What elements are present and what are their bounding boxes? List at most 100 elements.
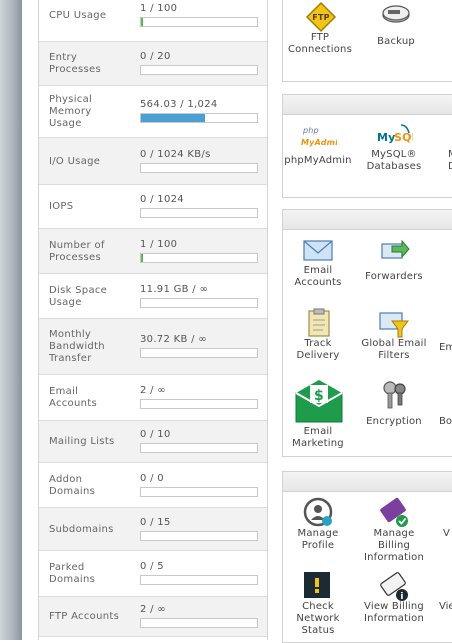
databases-group: php MyAdmin phpMyAdmin My SQL MySQL® Dat… [282,94,452,198]
stat-label: Monthly Bandwidth Transfer [49,329,105,364]
databases-group-header [283,95,452,115]
stat-label: I/O Usage [49,156,101,167]
stat-value: 0 / 15 [140,517,171,528]
stat-row: Number of Processes 1 / 100 [39,229,267,274]
view-billing-icon: i [380,572,408,602]
email-filter-icon [379,312,409,338]
mysql-databases-app[interactable]: My SQL MySQL® Databases [359,117,429,195]
partial-label-vie: Vie [439,601,452,612]
stat-label: IOPS [49,201,74,212]
forwarders-label: Forwarders [365,271,423,282]
usage-bar [140,298,258,308]
usage-bar [140,163,258,173]
stat-row: Mailing Lists 0 / 10 [39,421,267,463]
stat-label: Email Accounts [49,386,97,409]
email-marketing-app[interactable]: $ Email Marketing [283,375,353,453]
stat-label: Mailing Lists [49,436,115,447]
manage-profile-label: Manage Profile [297,528,339,551]
email-marketing-icon: $ [295,380,343,423]
svg-text:SQL: SQL [394,131,413,144]
encryption-label: Encryption [366,416,422,427]
svg-text:My: My [377,131,396,144]
manage-billing-app[interactable]: Manage Billing Information [359,494,429,564]
stat-row: IOPS 0 / 1024 [39,185,267,229]
usage-bar-fill [141,114,205,122]
partial-label-m: M [448,149,452,161]
stat-value: 0 / 20 [140,51,171,62]
credit-card-icon [380,497,408,527]
profile-icon [303,497,333,527]
usage-bar [140,399,258,409]
manage-billing-label: Manage Billing Information [363,528,425,563]
ftp-connections-app[interactable]: FTP FTP Connections [285,0,355,79]
email-accounts-label: Email Accounts [294,265,342,288]
stat-row: Entry Processes 0 / 20 [39,42,267,86]
track-delivery-label: Track Delivery [296,338,340,361]
stat-row: Email Accounts 2 / ∞ [39,375,267,421]
ftp-icon: FTP [305,1,337,33]
manage-profile-app[interactable]: Manage Profile [283,494,353,564]
phpmyadmin-logo-myadmin: MyAdmin [301,138,337,147]
stat-row: Addon Domains 0 / 0 [39,463,267,508]
usage-bar [140,253,258,263]
partial-label-d: D [448,161,452,172]
phpmyadmin-logo-php: php [302,126,319,135]
stat-value: 11.91 GB / ∞ [140,284,209,295]
files-group: FTP FTP Connections Backup [282,0,452,82]
statistics-panel: CPU Usage 1 / 100 Entry Processes 0 / 20 Phy… [38,0,268,640]
backup-disk-icon [382,5,410,23]
svg-text:FTP: FTP [312,13,329,22]
billing-group-header [283,472,452,492]
stat-row: Physical Memory Usage 564.03 / 1,024 [39,86,267,138]
stat-value: 0 / 0 [140,473,164,484]
apps-panel: FTP FTP Connections Backup php MyAdmin p… [282,0,452,643]
stat-label: Subdomains [49,524,114,535]
email-group: Email Accounts Forwarders Track Delivery [282,209,452,457]
stat-row: Monthly Bandwidth Transfer 30.72 KB / ∞ [39,319,267,375]
stat-row: Parked Domains 0 / 5 [39,551,267,597]
stat-row: Disk Space Usage 11.91 GB / ∞ [39,274,267,319]
stat-label: FTP Accounts [49,611,120,622]
stat-row: FTP Accounts 2 / ∞ [39,597,267,637]
encryption-app[interactable]: Encryption [359,375,429,453]
mysql-icon: My SQL [377,124,413,144]
backup-app[interactable]: Backup [361,0,431,79]
phpmyadmin-label: phpMyAdmin [284,155,352,166]
stat-value: 1 / 100 [140,239,178,250]
partial-label-em: Em [439,342,452,353]
usage-bar [140,618,258,628]
track-delivery-app[interactable]: Track Delivery [283,305,353,371]
stat-label: Parked Domains [49,562,96,585]
usage-bar-fill [141,254,143,262]
email-marketing-label: Email Marketing [292,426,344,449]
stat-label: Number of Processes [49,240,105,263]
envelope-icon [303,240,333,261]
stat-label: Addon Domains [49,474,96,497]
check-network-status-app[interactable]: Check Network Status [283,569,353,641]
usage-bar [140,113,258,123]
ftp-connections-label: FTP Connections [288,32,352,55]
stat-value: 0 / 1024 KB/s [140,149,211,160]
usage-bar [140,575,258,585]
window-edge [0,0,22,640]
email-accounts-app[interactable]: Email Accounts [283,232,353,298]
forwarders-app[interactable]: Forwarders [359,232,429,298]
stat-label: Physical Memory Usage [49,94,93,129]
global-email-filters-app[interactable]: Global Email Filters [359,305,429,371]
stat-label: CPU Usage [49,10,107,21]
usage-bar [140,531,258,541]
usage-bar-fill [141,18,143,26]
stat-value: 564.03 / 1,024 [140,99,218,110]
stat-row: I/O Usage 0 / 1024 KB/s [39,138,267,185]
usage-bar [140,17,258,27]
usage-bar [140,348,258,358]
stat-value: 1 / 100 [140,3,178,14]
stat-row: CPU Usage 1 / 100 [39,0,267,42]
stat-value: 0 / 1024 [140,194,184,205]
view-billing-label: View Billing Information [363,601,425,624]
view-billing-app[interactable]: i View Billing Information [359,569,429,641]
phpmyadmin-icon: php MyAdmin [301,126,337,147]
phpmyadmin-app[interactable]: php MyAdmin phpMyAdmin [283,117,353,195]
clipboard-icon [308,308,330,337]
backup-label: Backup [377,36,415,47]
